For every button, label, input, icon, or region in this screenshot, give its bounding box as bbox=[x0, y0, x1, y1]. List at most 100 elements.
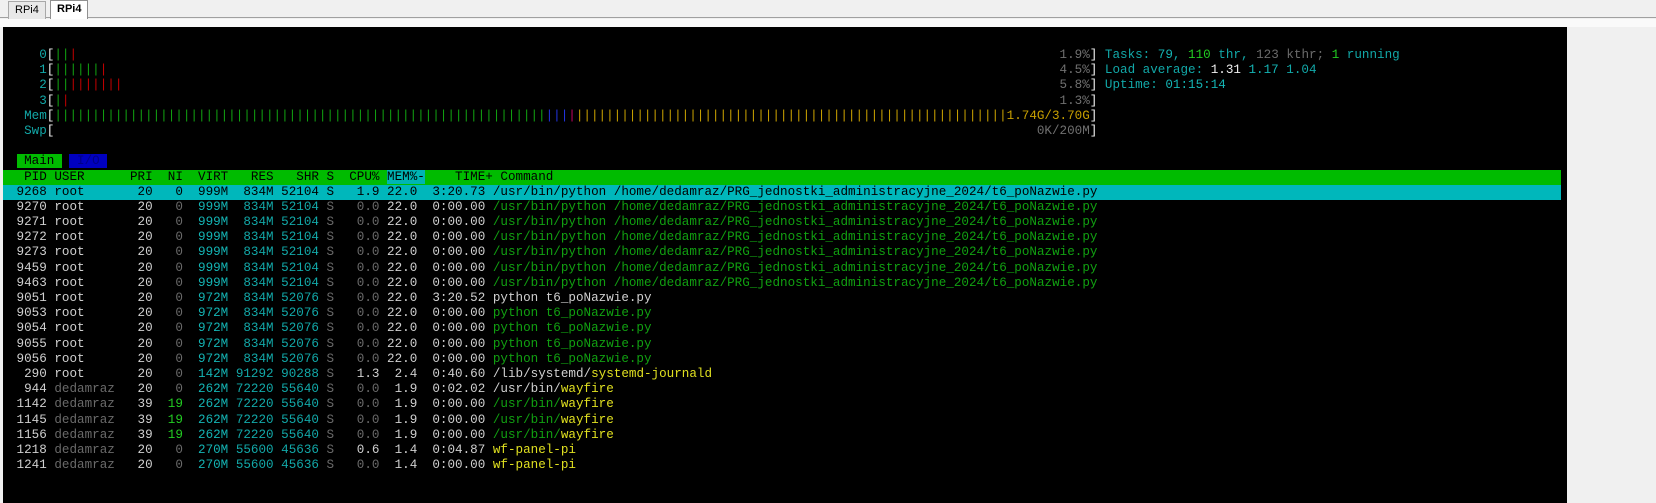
column-header-shr[interactable]: SHR bbox=[281, 170, 319, 184]
priority: 20 bbox=[129, 199, 153, 214]
panel-tab-io[interactable]: I/O bbox=[69, 154, 108, 169]
column-header-mem[interactable]: MEM%- bbox=[387, 169, 425, 184]
command: /usr/bin/ bbox=[492, 412, 561, 427]
process-row[interactable]: 1156 dedamraz 39 19 262M 72220 55640 S 0… bbox=[3, 428, 1561, 443]
panel-tab-main[interactable]: Main bbox=[16, 154, 62, 169]
cpu-percent: 0.0 bbox=[341, 427, 380, 442]
state: S bbox=[326, 351, 335, 366]
shr: 52076 bbox=[281, 306, 319, 321]
process-row[interactable]: 944 dedamraz 20 0 262M 72220 55640 S 0.0… bbox=[3, 382, 1561, 397]
process-row[interactable]: 1142 dedamraz 39 19 262M 72220 55640 S 0… bbox=[3, 397, 1561, 412]
process-row[interactable]: 1145 dedamraz 39 19 262M 72220 55640 S 0… bbox=[3, 413, 1561, 428]
column-header-user[interactable]: USER bbox=[54, 170, 122, 184]
cpu-percent: 0.6 bbox=[341, 442, 380, 457]
virt: 999M bbox=[190, 184, 229, 199]
column-header-command[interactable]: Command bbox=[500, 170, 553, 184]
column-header-time[interactable]: TIME+ bbox=[432, 170, 493, 184]
priority: 20 bbox=[129, 184, 153, 199]
meter-space bbox=[77, 48, 1059, 62]
process-row[interactable]: 9056 root 20 0 972M 834M 52076 S 0.0 22.… bbox=[3, 352, 1561, 367]
window-tab-rpi4-2[interactable]: RPi4 bbox=[50, 0, 89, 21]
column-header-pri[interactable]: PRI bbox=[130, 170, 153, 184]
meter-mem: Mem[||||||||||||||||||||||||||||||||||||… bbox=[9, 109, 1561, 124]
shr: 55640 bbox=[281, 397, 319, 412]
process-row[interactable]: 9055 root 20 0 972M 834M 52076 S 0.0 22.… bbox=[3, 337, 1561, 352]
meter-bar-segment: ||| bbox=[545, 108, 569, 123]
shr: 52076 bbox=[281, 291, 319, 305]
process-row[interactable]: 9270 root 20 0 999M 834M 52104 S 0.0 22.… bbox=[3, 200, 1561, 215]
process-row[interactable]: 9273 root 20 0 999M 834M 52104 S 0.0 22.… bbox=[3, 245, 1561, 260]
process-row[interactable]: 9459 root 20 0 999M 834M 52104 S 0.0 22.… bbox=[3, 261, 1561, 276]
meter-space bbox=[107, 63, 1059, 77]
column-header-s[interactable]: S bbox=[327, 170, 335, 184]
res: 834M bbox=[235, 306, 274, 321]
nice: 0 bbox=[160, 275, 183, 290]
meter-cpu-3: 3[|| 1.3%] bbox=[9, 94, 1561, 109]
meter-value: 4.5% bbox=[1059, 63, 1090, 78]
meter-label: 1 bbox=[9, 63, 47, 78]
process-row[interactable]: 1218 dedamraz 20 0 270M 55600 45636 S 0.… bbox=[3, 443, 1561, 458]
process-row[interactable]: 9463 root 20 0 999M 834M 52104 S 0.0 22.… bbox=[3, 276, 1561, 291]
process-row[interactable]: 9268 root 20 0 999M 834M 52104 S 1.9 22.… bbox=[3, 184, 1561, 200]
process-row[interactable]: 9054 root 20 0 972M 834M 52076 S 0.0 22.… bbox=[3, 321, 1561, 336]
state: S bbox=[326, 275, 335, 290]
process-row[interactable]: 290 root 20 0 142M 91292 90288 S 1.3 2.4… bbox=[3, 367, 1561, 382]
state: S bbox=[326, 366, 335, 381]
state: S bbox=[326, 245, 335, 260]
time: 0:00.00 bbox=[424, 336, 486, 351]
command: python t6_poNazwie.py bbox=[492, 336, 652, 351]
process-row[interactable]: 9053 root 20 0 972M 834M 52076 S 0.0 22.… bbox=[3, 306, 1561, 321]
state: S bbox=[326, 291, 335, 305]
res: 834M bbox=[235, 351, 274, 366]
terminal[interactable]: 0[||| 1.9%] Tasks: 79, 110 thr, 123 kthr… bbox=[3, 27, 1567, 503]
command: python t6_poNazwie.py bbox=[492, 321, 652, 336]
column-header-ni[interactable]: NI bbox=[160, 170, 183, 184]
meter-value: 0K/200M bbox=[1036, 123, 1090, 138]
mem-percent: 22.0 bbox=[387, 199, 418, 214]
htop-screen: 0[||| 1.9%] Tasks: 79, 110 thr, 123 kthr… bbox=[3, 48, 1561, 473]
virt: 262M bbox=[190, 397, 229, 412]
cpu-percent: 0.0 bbox=[341, 458, 380, 473]
column-header-cpu[interactable]: CPU% bbox=[342, 170, 379, 184]
thr-label: thr, bbox=[1210, 48, 1257, 62]
process-row[interactable]: 9272 root 20 0 999M 834M 52104 S 0.0 22.… bbox=[3, 230, 1561, 245]
user: root bbox=[54, 291, 123, 305]
priority: 20 bbox=[129, 351, 153, 366]
column-header-pid[interactable]: PID bbox=[9, 170, 47, 184]
priority: 20 bbox=[129, 321, 153, 336]
window-tab-rpi4-1[interactable]: RPi4 bbox=[8, 1, 46, 19]
threads-count: 110 bbox=[1188, 48, 1211, 62]
column-header-res[interactable]: RES bbox=[236, 170, 274, 184]
priority: 20 bbox=[129, 291, 153, 305]
process-row[interactable]: 9271 root 20 0 999M 834M 52104 S 0.0 22.… bbox=[3, 215, 1561, 230]
process-row[interactable]: 1241 dedamraz 20 0 270M 55600 45636 S 0.… bbox=[3, 458, 1561, 473]
blank bbox=[9, 139, 1561, 154]
time: 0:00.00 bbox=[424, 230, 486, 245]
res: 55600 bbox=[235, 458, 274, 473]
column-header-virt[interactable]: VIRT bbox=[190, 170, 228, 184]
panel-tabs: Main I/O bbox=[9, 154, 1561, 169]
process-row[interactable]: 9051 root 20 0 972M 834M 52076 S 0.0 22.… bbox=[3, 291, 1561, 306]
nice: 0 bbox=[160, 321, 183, 336]
user: root bbox=[54, 230, 123, 245]
